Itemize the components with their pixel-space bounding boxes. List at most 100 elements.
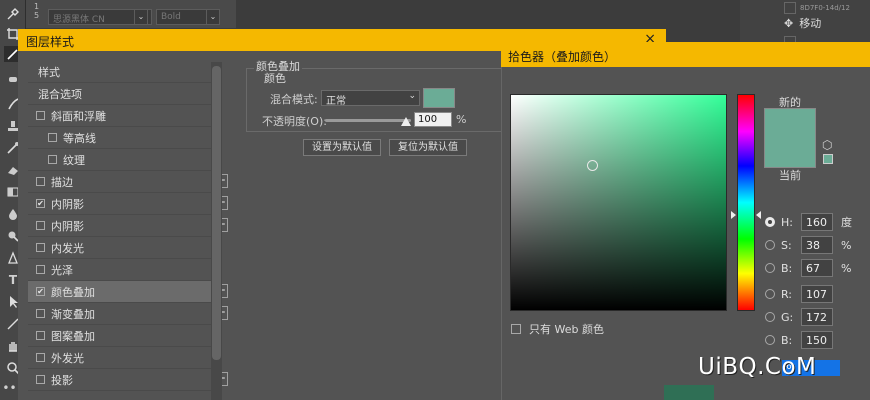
- hue-row: H: 160 度: [765, 213, 852, 231]
- checkbox-icon[interactable]: [48, 155, 57, 164]
- web-only-checkbox[interactable]: [511, 324, 521, 334]
- style-list-item[interactable]: ✔内阴影+: [28, 193, 228, 215]
- blue-key: B:: [781, 333, 793, 347]
- scrollbar-thumb[interactable]: [212, 66, 221, 360]
- saturation-row: S: 38 %: [765, 236, 851, 254]
- color-field-cursor[interactable]: [587, 160, 598, 171]
- checkbox-icon[interactable]: [36, 353, 45, 362]
- style-list-label: 等高线: [63, 131, 96, 145]
- style-list-item[interactable]: 样式: [28, 61, 214, 83]
- style-list-item[interactable]: 内阴影+: [28, 215, 228, 237]
- red-radio[interactable]: [765, 289, 775, 299]
- style-list-item[interactable]: ✔颜色叠加+: [28, 281, 228, 303]
- style-list-item[interactable]: 斜面和浮雕: [28, 105, 214, 127]
- opacity-label: 不透明度(O):: [262, 115, 327, 128]
- hue-arrow-right-icon[interactable]: [756, 211, 761, 219]
- style-list-label: 光泽: [51, 263, 73, 277]
- move-item[interactable]: ✥ 移动: [784, 14, 821, 32]
- green-radio[interactable]: [765, 312, 775, 322]
- blend-mode-value: 正常: [326, 96, 346, 107]
- checkbox-icon[interactable]: [36, 243, 45, 252]
- chevron-down-icon: ⌄: [408, 91, 416, 101]
- overlay-color-swatch[interactable]: [423, 88, 455, 108]
- hue-radio[interactable]: [765, 217, 775, 227]
- brightness-key: B:: [781, 261, 793, 275]
- style-list-item[interactable]: 描边+: [28, 171, 228, 193]
- style-list-label: 颜色叠加: [51, 285, 95, 299]
- style-list-item[interactable]: 纹理: [28, 149, 214, 171]
- saturation-radio[interactable]: [765, 240, 775, 250]
- hue-input[interactable]: 160: [801, 213, 833, 231]
- saturation-key: S:: [781, 238, 792, 252]
- style-list-item[interactable]: 投影+: [28, 369, 228, 391]
- opacity-slider-thumb[interactable]: [401, 117, 411, 126]
- web-only-option[interactable]: 只有 Web 颜色: [511, 321, 604, 337]
- hue-arrow-left-icon[interactable]: [731, 211, 736, 219]
- brightness-radio[interactable]: [765, 263, 775, 273]
- dialog-title: 图层样式: [26, 35, 75, 49]
- checkbox-icon[interactable]: [48, 133, 57, 142]
- checked-checkbox-icon[interactable]: ✔: [36, 287, 45, 296]
- style-list-label: 渐变叠加: [51, 307, 95, 321]
- style-list-item[interactable]: 外发光: [28, 347, 214, 369]
- saturation-input[interactable]: 38: [801, 236, 833, 254]
- chevron-down-icon[interactable]: ⌄: [206, 9, 220, 25]
- canvas-preview: [664, 385, 714, 400]
- style-list: 样式混合选项斜面和浮雕等高线纹理描边+✔内阴影+内阴影+内发光光泽✔颜色叠加+渐…: [24, 58, 228, 400]
- hue-unit: 度: [841, 216, 852, 229]
- saturation-brightness-field[interactable]: [510, 94, 727, 311]
- style-list-item[interactable]: 等高线: [28, 127, 214, 149]
- style-list-item[interactable]: 混合选项: [28, 83, 214, 105]
- options-digits: 1 5: [34, 2, 40, 20]
- checkbox-icon[interactable]: [36, 265, 45, 274]
- current-color-swatch[interactable]: [764, 138, 816, 168]
- checkbox-icon[interactable]: [36, 177, 45, 186]
- options-bar: 1 5 思源黑体 CN ⌄ Bold ⌄: [26, 0, 236, 28]
- style-list-label: 混合选项: [38, 87, 82, 101]
- checkbox-icon[interactable]: [36, 221, 45, 230]
- web-safe-swatch[interactable]: [823, 154, 833, 164]
- out-of-gamut-cube-icon[interactable]: ⬡: [822, 138, 832, 152]
- hue-key: H:: [781, 215, 793, 229]
- move-item-label: 移动: [799, 17, 822, 30]
- red-input[interactable]: 107: [801, 285, 833, 303]
- blue-radio[interactable]: [765, 335, 775, 345]
- brightness-input[interactable]: 67: [801, 259, 833, 277]
- hue-slider[interactable]: [737, 94, 755, 311]
- checked-checkbox-icon[interactable]: ✔: [36, 199, 45, 208]
- reset-default-button[interactable]: 复位为默认值: [389, 139, 467, 156]
- checkbox-icon[interactable]: [36, 375, 45, 384]
- opacity-unit: %: [456, 113, 467, 126]
- green-row: G: 172: [765, 308, 833, 326]
- layer-name-small: 8D7F0-14d/12: [800, 4, 850, 12]
- green-input[interactable]: 172: [801, 308, 833, 326]
- style-list-label: 图案叠加: [51, 329, 95, 343]
- checkbox-icon[interactable]: [36, 111, 45, 120]
- opacity-input[interactable]: 100: [414, 112, 452, 127]
- checkbox-icon[interactable]: [36, 309, 45, 318]
- green-key: G:: [781, 310, 794, 324]
- blue-row: B: 150: [765, 331, 833, 349]
- style-list-label: 描边: [51, 175, 73, 189]
- style-list-label: 斜面和浮雕: [51, 109, 106, 123]
- style-list-label: 内阴影: [51, 197, 84, 211]
- blue-input[interactable]: 150: [801, 331, 833, 349]
- blend-mode-select[interactable]: 正常 ⌄: [321, 90, 420, 107]
- checkbox-icon[interactable]: [36, 331, 45, 340]
- style-list-item[interactable]: 图案叠加: [28, 325, 214, 347]
- saturation-unit: %: [841, 238, 852, 252]
- color-sub-legend: 颜色: [264, 72, 286, 85]
- opacity-slider[interactable]: [325, 119, 411, 122]
- style-list-item[interactable]: 光泽: [28, 259, 214, 281]
- chevron-down-icon[interactable]: ⌄: [134, 9, 148, 25]
- color-picker-title[interactable]: 拾色器（叠加颜色）: [501, 42, 870, 67]
- eyedropper-tool-icon[interactable]: [4, 6, 22, 22]
- style-list-item[interactable]: 内发光: [28, 237, 214, 259]
- layer-visibility-checkbox[interactable]: [784, 2, 796, 14]
- red-key: R:: [781, 287, 793, 301]
- style-list-label: 内发光: [51, 241, 84, 255]
- set-default-button[interactable]: 设置为默认值: [303, 139, 381, 156]
- watermark: UiBQ.CoM: [698, 354, 817, 380]
- style-list-item[interactable]: 渐变叠加+: [28, 303, 228, 325]
- style-list-label: 内阴影: [51, 219, 84, 233]
